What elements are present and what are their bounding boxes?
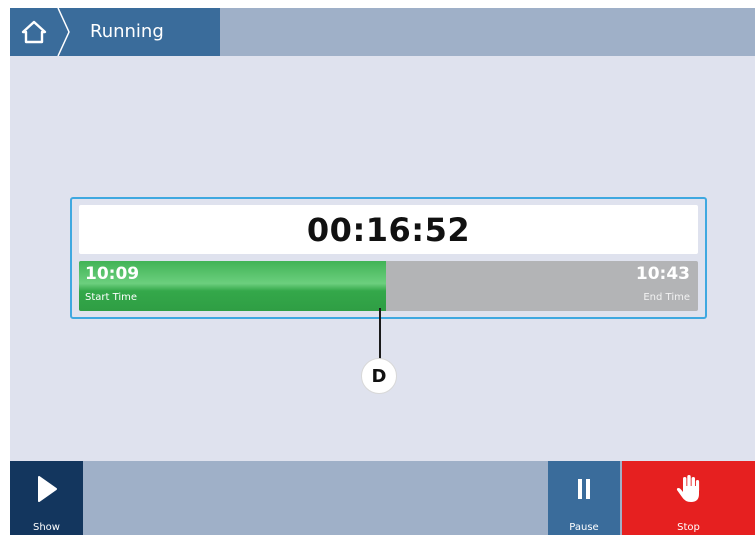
pause-label: Pause [569,522,599,533]
elapsed-time: 00:16:52 [306,210,471,249]
show-label: Show [33,522,60,533]
end-time: 10:43 [635,264,690,284]
play-icon [37,476,57,502]
pause-button[interactable]: Pause [548,461,620,535]
end-time-label: End Time [643,292,690,303]
progress-panel: 00:16:52 10:09 Start Time 10:43 End Time [70,197,707,319]
start-time: 10:09 [85,264,140,284]
pause-icon [578,479,590,499]
header-bar: Running [10,8,755,56]
progress-bar: 10:09 Start Time 10:43 End Time [79,261,698,311]
footer-toolbar: Show Pause Stop [10,461,755,535]
callout-line [379,308,381,364]
page-title: Running [90,21,164,42]
elapsed-timer: 00:16:52 [79,205,698,254]
stop-button[interactable]: Stop [622,461,755,535]
callout-marker: D [361,358,397,394]
home-icon [21,20,47,44]
running-screen: Running 00:16:52 10:09 Start Time 10:43 … [10,8,755,535]
home-button[interactable] [10,8,58,56]
stop-label: Stop [677,522,700,533]
start-time-label: Start Time [85,292,138,303]
hand-stop-icon [676,475,699,502]
breadcrumb-separator-icon [57,8,70,56]
show-button[interactable]: Show [10,461,83,535]
breadcrumb: Running [10,8,220,56]
